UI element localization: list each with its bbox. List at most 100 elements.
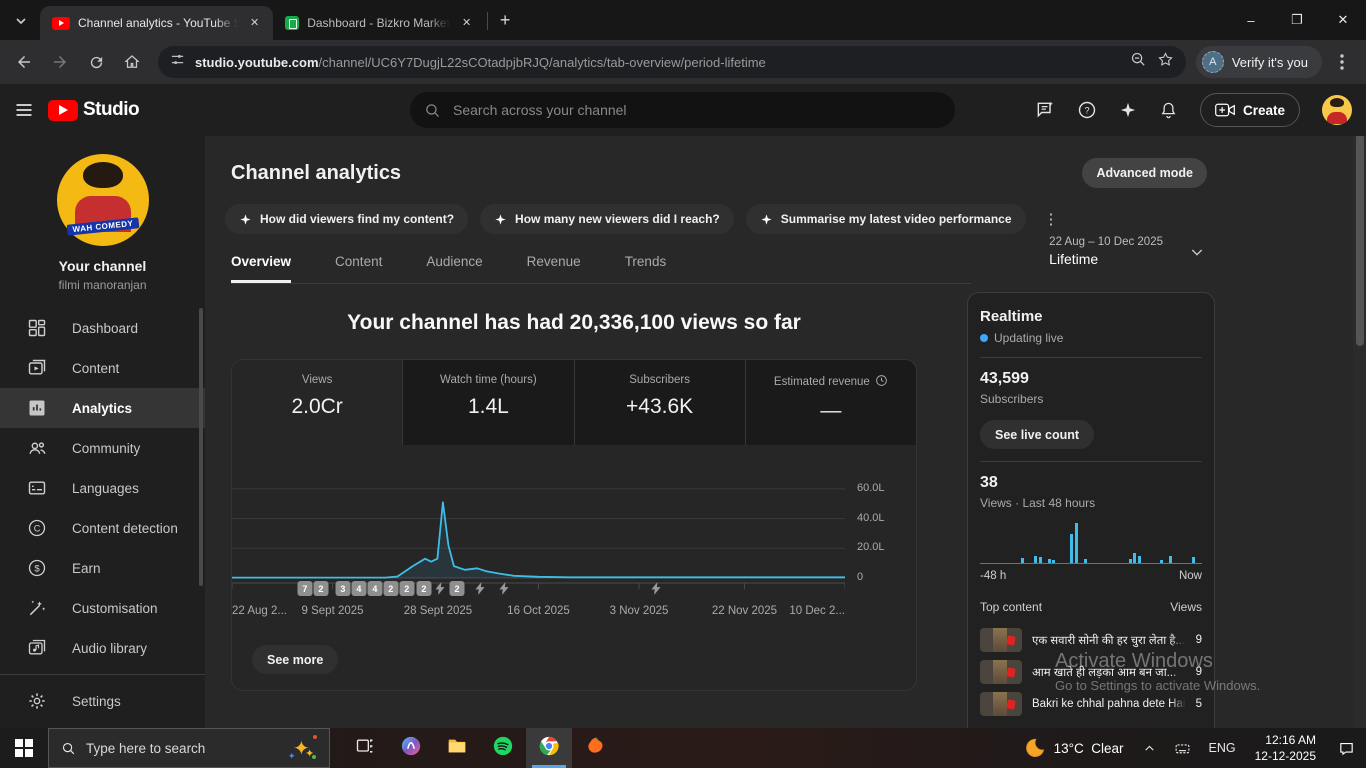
close-button[interactable]: ✕ — [1320, 0, 1366, 40]
publish-count-marker[interactable]: 3 — [335, 581, 350, 596]
browser-tab[interactable]: Channel analytics - YouTube Stu✕ — [40, 6, 273, 40]
suggestion-chip-1[interactable]: How did viewers find my content? — [225, 204, 468, 234]
tab-trends[interactable]: Trends — [625, 244, 667, 283]
taskbar-search-box[interactable]: Type here to search ✦✦✦ — [48, 728, 330, 768]
maximize-button[interactable]: ❐ — [1274, 0, 1320, 40]
home-button[interactable] — [116, 46, 148, 78]
new-tab-button[interactable]: + — [492, 7, 518, 33]
sidebar-item-community[interactable]: Community — [0, 428, 205, 468]
date-range-picker[interactable]: 22 Aug – 10 Dec 2025 Lifetime — [1049, 236, 1205, 267]
sidebar-item-label: Analytics — [72, 401, 132, 416]
notifications-bell-button[interactable] — [1159, 101, 1178, 120]
site-settings-icon[interactable] — [170, 52, 185, 72]
live-dot-icon — [980, 334, 988, 342]
taskbar-app-fl-studio[interactable] — [572, 728, 618, 768]
menu-hamburger-button[interactable] — [0, 100, 48, 120]
tab-content[interactable]: Content — [335, 244, 382, 283]
forward-button[interactable] — [44, 46, 76, 78]
publish-bolt-marker[interactable] — [497, 581, 512, 596]
sidebar-item-analytics[interactable]: Analytics — [0, 388, 205, 428]
create-button[interactable]: Create — [1200, 93, 1300, 127]
minimize-button[interactable]: – — [1228, 0, 1274, 40]
studio-search-bar[interactable]: Search across your channel — [410, 92, 955, 128]
publish-bolt-marker[interactable] — [649, 581, 664, 596]
sidebar-item-content-detection[interactable]: CContent detection — [0, 508, 205, 548]
taskbar-app-spotify[interactable] — [480, 728, 526, 768]
sidebar-scrollbar[interactable] — [199, 308, 203, 586]
sidebar-item-customisation[interactable]: Customisation — [0, 588, 205, 628]
tab-audience[interactable]: Audience — [426, 244, 482, 283]
studio-logo[interactable]: Studio — [48, 99, 139, 121]
taskbar-app-task-view[interactable] — [342, 728, 388, 768]
publish-count-marker[interactable]: 2 — [449, 581, 464, 596]
feedback-comment-button[interactable] — [1035, 100, 1055, 120]
see-live-count-button[interactable]: See live count — [980, 420, 1094, 449]
touch-keyboard-icon[interactable] — [1165, 728, 1200, 768]
ai-sparkle-button[interactable] — [1119, 101, 1137, 119]
metric-card-subscribers[interactable]: Subscribers+43.6K — [575, 360, 746, 445]
tray-chevron-up[interactable] — [1134, 728, 1165, 768]
tab-search-button[interactable] — [8, 8, 34, 34]
top-content-row[interactable]: Bakri ke chhal pahna dete Hai...5 — [980, 688, 1202, 720]
tab-overview[interactable]: Overview — [231, 244, 291, 283]
suggestion-chip-3[interactable]: Summarise my latest video performance — [746, 204, 1026, 234]
zoom-indicator-icon[interactable] — [1130, 51, 1147, 73]
chevron-down-icon — [1189, 244, 1205, 265]
metric-card-watch-time-hours-[interactable]: Watch time (hours)1.4L — [403, 360, 574, 445]
scrollbar-thumb[interactable] — [1356, 134, 1364, 346]
reload-button[interactable] — [80, 46, 112, 78]
start-button[interactable] — [0, 728, 48, 768]
account-avatar[interactable] — [1322, 95, 1352, 125]
metric-label-text: Watch time (hours) — [440, 374, 537, 386]
publish-count-marker[interactable]: 2 — [416, 581, 431, 596]
browser-menu-button[interactable] — [1326, 46, 1358, 78]
publish-count-marker[interactable]: 2 — [383, 581, 398, 596]
browser-tab[interactable]: Dashboard - Bizkro Market✕ — [273, 6, 485, 40]
sidebar-item-dashboard[interactable]: Dashboard — [0, 308, 205, 348]
weather-widget[interactable]: 13°C Clear — [1014, 737, 1134, 759]
url-bar[interactable]: studio.youtube.com/channel/UC6Y7DugjL22s… — [158, 46, 1186, 78]
metric-card-views[interactable]: Views2.0Cr — [232, 360, 403, 445]
sidebar-item-settings[interactable]: Settings — [0, 681, 205, 721]
tab-close-icon[interactable]: ✕ — [458, 16, 475, 31]
sidebar-item-content[interactable]: Content — [0, 348, 205, 388]
tab-revenue[interactable]: Revenue — [527, 244, 581, 283]
see-more-button[interactable]: See more — [252, 645, 338, 674]
publish-count-marker[interactable]: 7 — [297, 581, 312, 596]
publish-count-marker[interactable]: 2 — [313, 581, 328, 596]
page-scrollbar[interactable]: ▲ — [1353, 84, 1366, 728]
suggestion-chip-2[interactable]: How many new viewers did I reach? — [480, 204, 734, 234]
publish-bolt-marker[interactable] — [432, 581, 447, 596]
top-content-row[interactable]: आम खाते ही लड़का आम बन जा...9 — [980, 656, 1202, 688]
taskbar-app-file-explorer[interactable] — [434, 728, 480, 768]
chips-more-button[interactable]: ⋮ — [1038, 210, 1065, 228]
action-center-button[interactable] — [1326, 740, 1366, 757]
metric-card-estimated-revenue[interactable]: Estimated revenue— — [746, 360, 916, 445]
help-button[interactable]: ? — [1077, 100, 1097, 120]
back-button[interactable] — [8, 46, 40, 78]
taskbar-app-chrome[interactable] — [526, 728, 572, 768]
publish-count-marker[interactable]: 4 — [367, 581, 382, 596]
taskbar-app-copilot[interactable] — [388, 728, 434, 768]
sidebar-item-languages[interactable]: Languages — [0, 468, 205, 508]
sidebar-item-send-feedback[interactable]: !Send feedback — [0, 721, 205, 728]
publish-bolt-marker[interactable] — [473, 581, 488, 596]
sidebar-item-audio-library[interactable]: Audio library — [0, 628, 205, 668]
analytics-card: Views2.0CrWatch time (hours)1.4LSubscrib… — [231, 359, 917, 691]
tab-close-icon[interactable]: ✕ — [246, 16, 263, 31]
publish-count-marker[interactable]: 2 — [399, 581, 414, 596]
publish-count-marker[interactable]: 4 — [351, 581, 366, 596]
task-view-icon — [355, 736, 375, 761]
clock-widget[interactable]: 12:16 AM 12-12-2025 — [1245, 732, 1326, 764]
language-indicator[interactable]: ENG — [1200, 728, 1245, 768]
verify-profile-button[interactable]: A Verify it's you — [1196, 46, 1322, 78]
youtube-studio-app: Studio Search across your channel ? — [0, 84, 1366, 728]
sidebar-item-earn[interactable]: $Earn — [0, 548, 205, 588]
advanced-mode-button[interactable]: Advanced mode — [1082, 158, 1207, 188]
hamburger-icon — [14, 100, 34, 120]
views-headline: Your channel has had 20,336,100 views so… — [231, 311, 917, 335]
bookmark-star-icon[interactable] — [1157, 51, 1174, 73]
realtime-subscribers-value: 43,599 — [980, 370, 1202, 388]
top-content-row[interactable]: एक सवारी सोनी की हर चुरा लेता है...9 — [980, 624, 1202, 656]
channel-avatar[interactable]: WAH COMEDY — [57, 154, 149, 246]
